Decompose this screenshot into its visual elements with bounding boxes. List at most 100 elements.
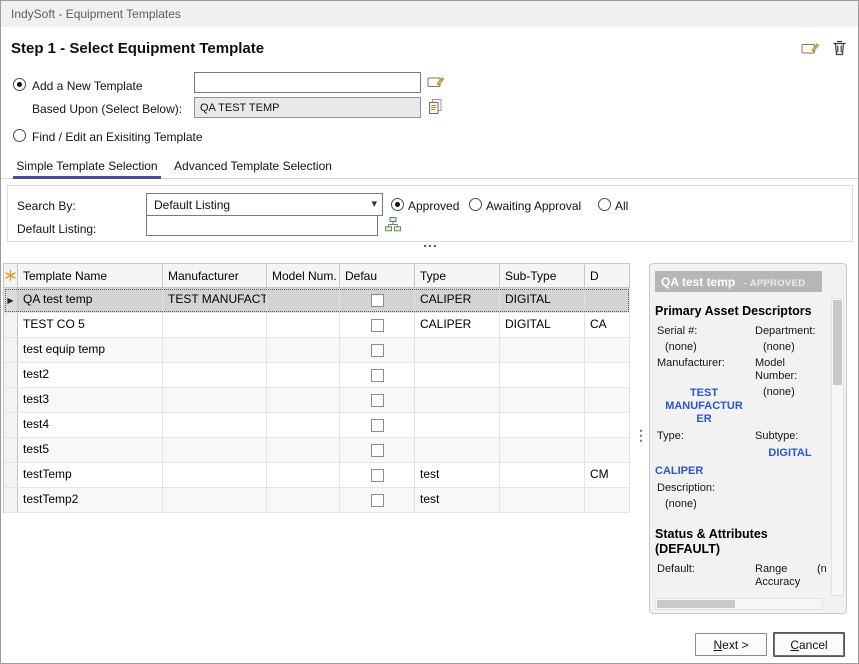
search-by-value: Default Listing [154,198,230,212]
grid-row[interactable]: test2 [4,363,630,388]
cell-manufacturer [163,463,267,487]
cell-manufacturer: TEST MANUFACTURER [163,288,267,312]
vertical-splitter[interactable]: ⋮ [634,427,648,444]
delete-template-icon[interactable] [832,39,847,56]
default-checkbox[interactable] [371,469,384,482]
cell-manufacturer [163,363,267,387]
primary-descriptors-heading: Primary Asset Descriptors [655,304,827,319]
default-checkbox[interactable] [371,294,384,307]
search-by-label: Search By: [17,199,76,213]
subtype-value: DIGITAL [753,447,827,460]
horizontal-splitter[interactable]: ... [1,237,859,250]
default-checkbox[interactable] [371,494,384,507]
default-listing-input[interactable] [146,215,378,236]
column-header-type[interactable]: Type [415,264,500,287]
column-header-defau[interactable]: Defau [340,264,415,287]
grid-row[interactable]: testTemp2test [4,488,630,513]
column-header-manufacturer[interactable]: Manufacturer [163,264,267,287]
manufacturer-label: Manufacturer: [655,357,753,383]
cell-subtype [500,388,585,412]
row-indicator: ▶ [4,288,18,312]
grid-row[interactable]: TEST CO 5CALIPERDIGITALCA [4,313,630,338]
default-checkbox[interactable] [371,394,384,407]
preview-horizontal-scrollbar[interactable] [655,598,823,610]
cell-manufacturer [163,488,267,512]
preview-content: Primary Asset Descriptors Serial #: Depa… [655,296,827,589]
cell-d [585,413,630,437]
cell-d [585,438,630,462]
default-checkbox[interactable] [371,419,384,432]
column-header-sub-type[interactable]: Sub-Type [500,264,585,287]
default-checkbox[interactable] [371,369,384,382]
cell-model [267,488,340,512]
button-label: C [790,638,799,652]
spacer [655,446,753,461]
scrollbar-thumb[interactable] [657,600,735,608]
tab-advanced-template-selection[interactable]: Advanced Template Selection [169,153,337,178]
grid-row[interactable]: test5 [4,438,630,463]
cell-model [267,288,340,312]
new-template-name-input[interactable] [194,72,421,93]
cell-d: CA [585,313,630,337]
cell-manufacturer [163,388,267,412]
cell-subtype [500,463,585,487]
cell-default [340,288,415,312]
subtype-label: Subtype: [753,430,827,443]
cell-subtype [500,363,585,387]
cell-default [340,338,415,362]
status-attributes-heading: Status & Attributes (DEFAULT) [655,527,827,557]
grid-row[interactable]: test4 [4,413,630,438]
grid-row[interactable]: test equip temp [4,338,630,363]
default-checkbox[interactable] [371,344,384,357]
cell-d [585,288,630,312]
cell-subtype: DIGITAL [500,313,585,337]
model-number-value: (none) [753,386,827,427]
preview-panel: QA test temp - APPROVED Primary Asset De… [649,263,847,614]
find-edit-radio[interactable] [13,129,26,142]
cell-subtype [500,488,585,512]
approved-radio[interactable] [391,198,404,211]
status-fields: Default: Range Accuracy (n [655,563,827,589]
active-tab-underline [13,176,161,179]
default-checkbox[interactable] [371,444,384,457]
button-label: ancel [799,638,828,652]
column-header-model-num-[interactable]: Model Num. [267,264,340,287]
row-indicator [4,363,18,387]
all-radio[interactable] [598,198,611,211]
scrollbar-thumb[interactable] [833,300,842,385]
cell-type: test [415,488,500,512]
grid-row[interactable]: ▶QA test tempTEST MANUFACTURERCALIPERDIG… [4,288,630,313]
cancel-button[interactable]: Cancel [773,632,845,657]
tab-simple-template-selection[interactable]: Simple Template Selection [13,153,161,178]
paste-icon[interactable] [428,98,443,115]
default-checkbox[interactable] [371,319,384,332]
grid-row[interactable]: testTemptestCM [4,463,630,488]
listing-picker-icon[interactable] [385,217,401,232]
grid-row[interactable]: test3 [4,388,630,413]
column-header-d[interactable]: D [585,264,630,287]
type-label: Type: [655,430,753,443]
cell-type: CALIPER [415,313,500,337]
next-button[interactable]: Next > [695,633,767,656]
cell-d [585,488,630,512]
awaiting-approval-radio[interactable] [469,198,482,211]
grid-corner-cell[interactable] [4,264,18,287]
serial-value: (none) [655,341,753,354]
cell-subtype [500,338,585,362]
cell-type: CALIPER [415,288,500,312]
search-by-dropdown[interactable]: Default Listing ▾ [146,193,383,216]
titlebar[interactable]: IndySoft - Equipment Templates [1,1,858,27]
cell-default [340,388,415,412]
preview-vertical-scrollbar[interactable] [831,298,844,596]
all-label: All [615,199,628,213]
cell-type [415,438,500,462]
add-template-icon[interactable] [427,74,445,90]
add-new-template-radio[interactable] [13,78,26,91]
cell-manufacturer [163,313,267,337]
department-label: Department: [753,325,827,338]
column-header-template-name[interactable]: Template Name [18,264,163,287]
new-template-icon[interactable] [801,40,820,57]
description-label: Description: [655,482,753,495]
default-listing-label: Default Listing: [17,222,96,236]
grid-body: ▶QA test tempTEST MANUFACTURERCALIPERDIG… [4,288,630,513]
